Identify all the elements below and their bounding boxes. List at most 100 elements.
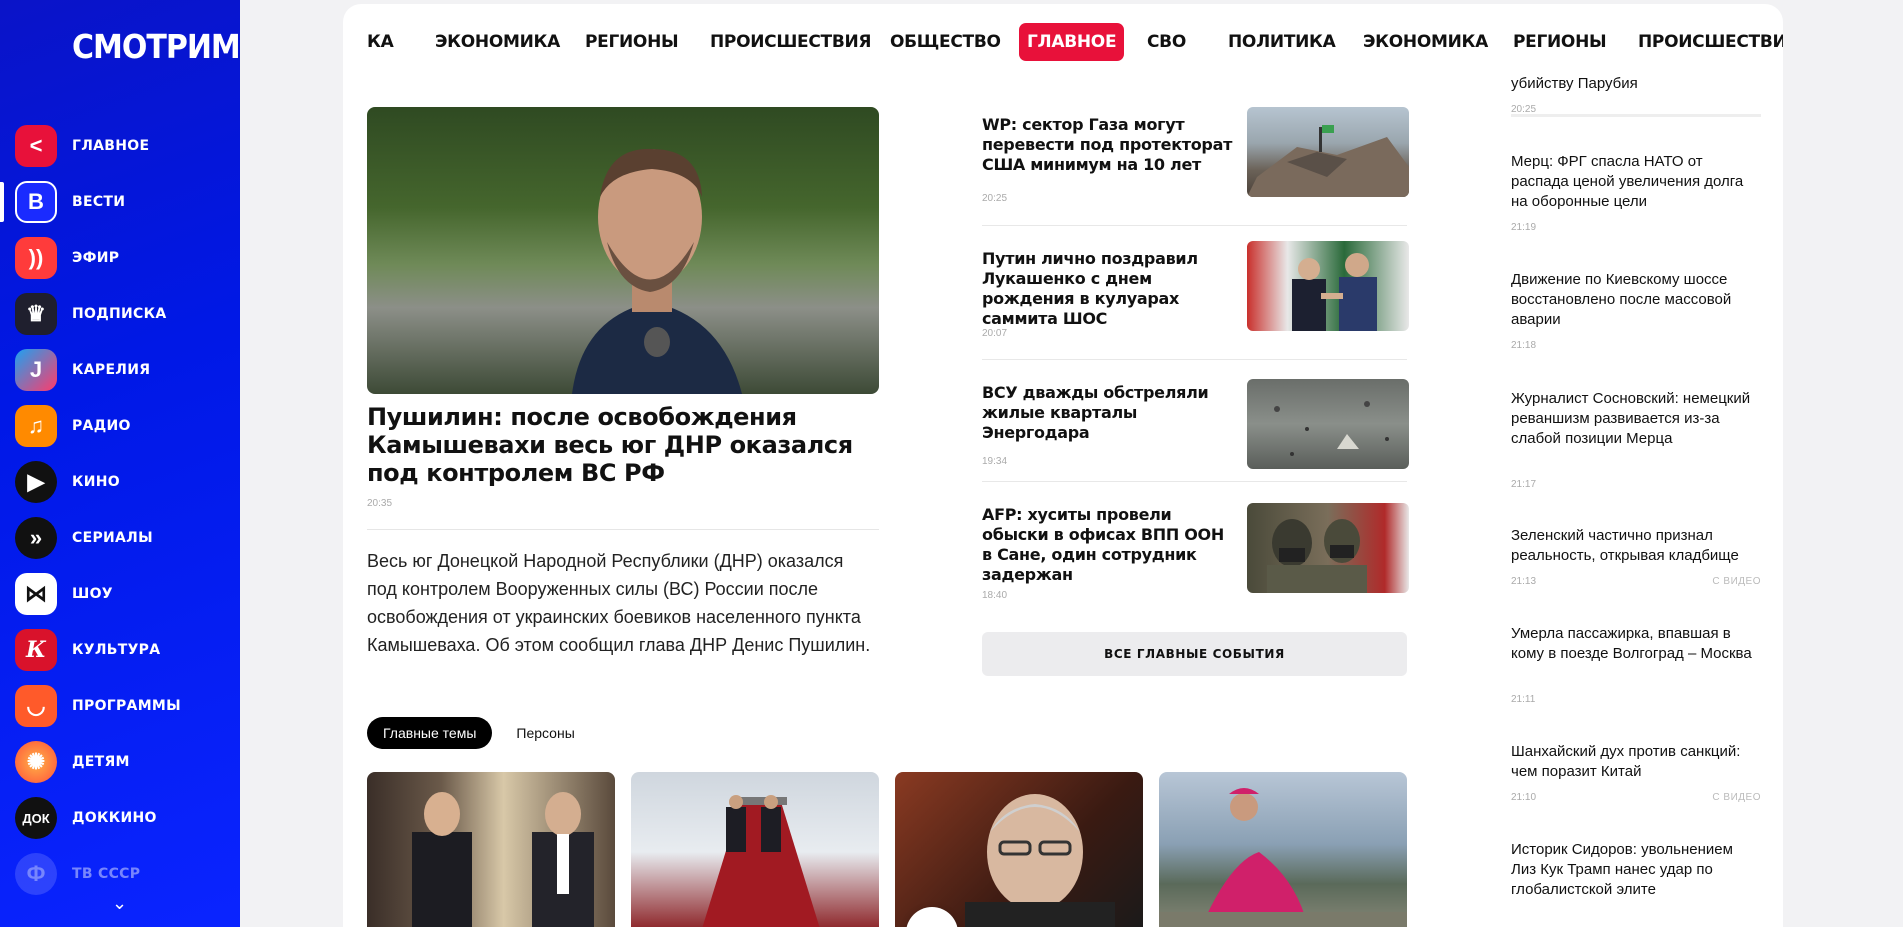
tab-glavnoe[interactable]: ГЛАВНОЕ <box>1019 23 1125 61</box>
tab-proisshestviya-2[interactable]: ПРОИСШЕСТВИ <box>1638 23 1783 61</box>
news-title[interactable]: Путин лично поздравил Лукашенко с днем р… <box>982 249 1237 329</box>
sidebar-item-label: ЭФИР <box>72 250 120 266</box>
feed-divider <box>1511 114 1761 117</box>
tab-proisshestviya[interactable]: ПРОИСШЕСТВИЯ <box>710 23 872 61</box>
sidebar-item-efir[interactable]: )) ЭФИР <box>0 230 240 286</box>
tab-regiony-2[interactable]: РЕГИОНЫ <box>1513 23 1607 61</box>
chevron-down-icon[interactable]: ⌄ <box>112 893 127 914</box>
feed-item[interactable]: Журналист Сосновский: немецкий реваншизм… <box>1511 389 1761 490</box>
news-time: 18:40 <box>982 590 1008 601</box>
vesti-icon: В <box>15 181 57 223</box>
serialy-icon: » <box>15 517 57 559</box>
feed-time: 21:19 <box>1511 222 1537 233</box>
sidebar-item-label: КАРЕЛИЯ <box>72 362 151 378</box>
sidebar-item-kareliya[interactable]: J КАРЕЛИЯ <box>0 342 240 398</box>
news-image[interactable] <box>1247 379 1409 469</box>
sidebar-item-dokkino[interactable]: ДОК ДОККИНО <box>0 790 240 846</box>
sidebar-item-kino[interactable]: ▶ КИНО <box>0 454 240 510</box>
sidebar-item-label: ДОККИНО <box>72 810 157 826</box>
person-photo <box>572 148 742 394</box>
carousel-card[interactable] <box>895 772 1143 927</box>
tab-ka[interactable]: КА <box>367 23 394 61</box>
sidebar-item-vesti[interactable]: В ВЕСТИ <box>0 174 240 230</box>
sidebar-item-podpiska[interactable]: ♛ ПОДПИСКА <box>0 286 240 342</box>
sidebar-item-label: СЕРИАЛЫ <box>72 530 153 546</box>
sidebar-item-shou[interactable]: ⋈ ШОУ <box>0 566 240 622</box>
divider <box>367 529 879 530</box>
handshake-photo <box>1292 253 1377 331</box>
feed-time: 21:11 <box>1511 694 1536 705</box>
tab-ekonomika[interactable]: ЭКОНОМИКА <box>435 23 560 61</box>
news-image[interactable] <box>1247 503 1409 593</box>
tab-persons[interactable]: Персоны <box>500 717 590 749</box>
play-icon: ▶ <box>15 461 57 503</box>
feed-title[interactable]: Журналист Сосновский: немецкий реваншизм… <box>1511 389 1761 449</box>
feed-time: 21:18 <box>1511 340 1537 351</box>
feed-title[interactable]: Зеленский частично признал реальность, о… <box>1511 526 1761 566</box>
music-note-icon: ♫ <box>15 405 57 447</box>
carousel-card[interactable] <box>367 772 615 927</box>
carousel-card[interactable] <box>631 772 879 927</box>
news-title[interactable]: AFP: хуситы провели обыски в офисах ВПП … <box>982 505 1237 585</box>
feed-title[interactable]: убийству Парубия <box>1511 74 1761 94</box>
sidebar-item-label: КИНО <box>72 474 120 490</box>
feed-item[interactable]: Движение по Киевскому шоссе восстановлен… <box>1511 270 1761 351</box>
sidebar-item-label: ПОДПИСКА <box>72 306 167 322</box>
list-item[interactable]: AFP: хуситы провели обыски в офисах ВПП … <box>982 503 1409 605</box>
sidebar-item-kultura[interactable]: К КУЛЬТУРА <box>0 622 240 678</box>
tab-ekonomika-2[interactable]: ЭКОНОМИКА <box>1363 23 1488 61</box>
feed-title[interactable]: Умерла пассажирка, впавшая в кому в поез… <box>1511 624 1761 664</box>
lead-article-image[interactable] <box>367 107 879 394</box>
lead-article-description: Весь юг Донецкой Народной Республики (ДН… <box>367 551 871 655</box>
feed-title[interactable]: Шанхайский дух против санкций: чем пораз… <box>1511 742 1761 782</box>
crown-icon: ♛ <box>15 293 57 335</box>
category-nav: КА ЭКОНОМИКА РЕГИОНЫ ПРОИСШЕСТВИЯ ОБЩЕСТ… <box>343 20 1783 64</box>
sidebar-item-serialy[interactable]: » СЕРИАЛЫ <box>0 510 240 566</box>
all-main-events-button[interactable]: ВСЕ ГЛАВНЫЕ СОБЫТИЯ <box>982 632 1407 676</box>
sidebar-item-label: РАДИО <box>72 418 131 434</box>
divider <box>982 359 1407 360</box>
feed-title[interactable]: Историк Сидоров: увольнением Лиз Кук Тра… <box>1511 840 1761 897</box>
feed-title[interactable]: Движение по Киевскому шоссе восстановлен… <box>1511 270 1761 330</box>
tab-obshchestvo[interactable]: ОБЩЕСТВО <box>890 23 1001 61</box>
news-image[interactable] <box>1247 241 1409 331</box>
sidebar-item-programmy[interactable]: ◡ ПРОГРАММЫ <box>0 678 240 734</box>
tab-main-topics[interactable]: Главные темы <box>367 717 493 749</box>
sidebar-item-label: ТВ СССР <box>72 866 141 882</box>
chevron-right-icon: › <box>928 920 935 927</box>
tab-politika[interactable]: ПОЛИТИКА <box>1228 23 1336 61</box>
carousel-photo <box>965 794 1115 927</box>
feed-title[interactable]: Мерц: ФРГ спасла НАТО от распада ценой у… <box>1511 152 1761 212</box>
list-item[interactable]: WP: сектор Газа могут перевести под прот… <box>982 107 1409 225</box>
feed-time: 21:17 <box>1511 479 1537 490</box>
feed-item[interactable]: Мерц: ФРГ спасла НАТО от распада ценой у… <box>1511 152 1761 233</box>
tab-svo[interactable]: СВО <box>1147 23 1186 61</box>
feed-time: 21:10 <box>1511 792 1537 803</box>
smotrim-logo[interactable]: СМОТРИМ <box>72 28 240 67</box>
carousel-photo <box>702 795 820 927</box>
feed-item[interactable]: убийству Парубия 20:25 <box>1511 74 1761 117</box>
soldiers-photo <box>1267 519 1367 593</box>
content-card: КА ЭКОНОМИКА РЕГИОНЫ ПРОИСШЕСТВИЯ ОБЩЕСТ… <box>343 4 1783 927</box>
carousel-card[interactable] <box>1159 772 1407 927</box>
sidebar-item-label: ШОУ <box>72 586 113 602</box>
news-title[interactable]: ВСУ дважды обстреляли жилые кварталы Эне… <box>982 383 1237 443</box>
sidebar-item-radio[interactable]: ♫ РАДИО <box>0 398 240 454</box>
sidebar-item-label: ГЛАВНОЕ <box>72 138 150 154</box>
list-item[interactable]: Путин лично поздравил Лукашенко с днем р… <box>982 241 1409 359</box>
news-title[interactable]: WP: сектор Газа могут перевести под прот… <box>982 115 1237 175</box>
video-badge: С ВИДЕО <box>1712 792 1761 803</box>
feed-item[interactable]: Историк Сидоров: увольнением Лиз Кук Тра… <box>1511 840 1761 897</box>
list-item[interactable]: ВСУ дважды обстреляли жилые кварталы Эне… <box>982 379 1409 473</box>
feed-item[interactable]: Шанхайский дух против санкций: чем пораз… <box>1511 742 1761 803</box>
feed-item[interactable]: Умерла пассажирка, впавшая в кому в поез… <box>1511 624 1761 705</box>
news-image[interactable] <box>1247 107 1409 197</box>
sidebar-item-detyam[interactable]: ✺ ДЕТЯМ <box>0 734 240 790</box>
sidebar-item-glavnoe[interactable]: < ГЛАВНОЕ <box>0 118 240 174</box>
divider <box>982 225 1407 226</box>
feed-item[interactable]: Зеленский частично признал реальность, о… <box>1511 526 1761 587</box>
video-badge: С ВИДЕО <box>1712 576 1761 587</box>
tab-regiony[interactable]: РЕГИОНЫ <box>585 23 679 61</box>
news-time: 19:34 <box>982 456 1008 467</box>
lead-article-title[interactable]: Пушилин: после освобождения Камышевахи в… <box>367 403 887 487</box>
